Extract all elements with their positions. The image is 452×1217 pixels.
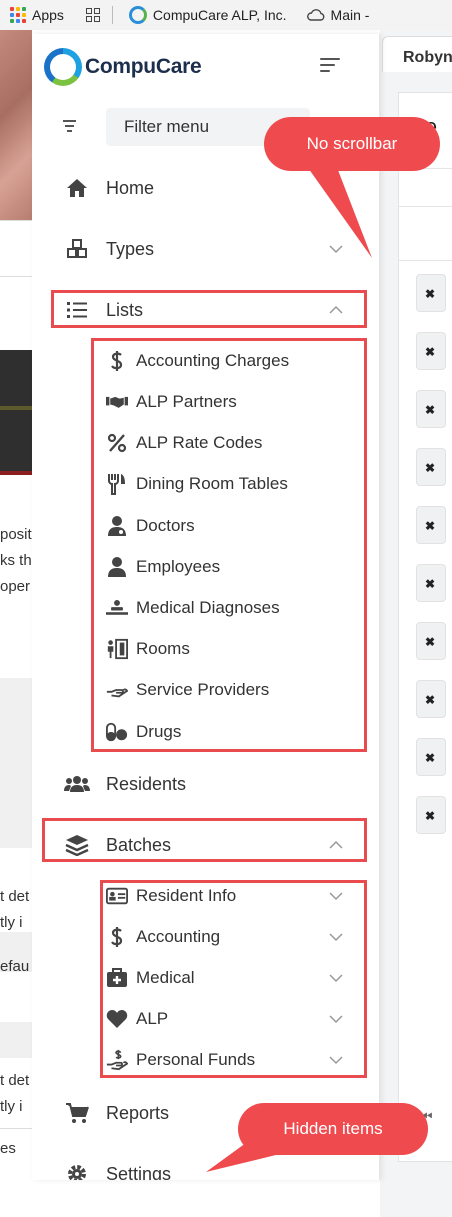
- callout-hidden-items: Hidden items: [238, 1103, 428, 1155]
- callout-pointers: [206, 165, 372, 1172]
- callout-no-scrollbar: No scrollbar: [264, 117, 440, 171]
